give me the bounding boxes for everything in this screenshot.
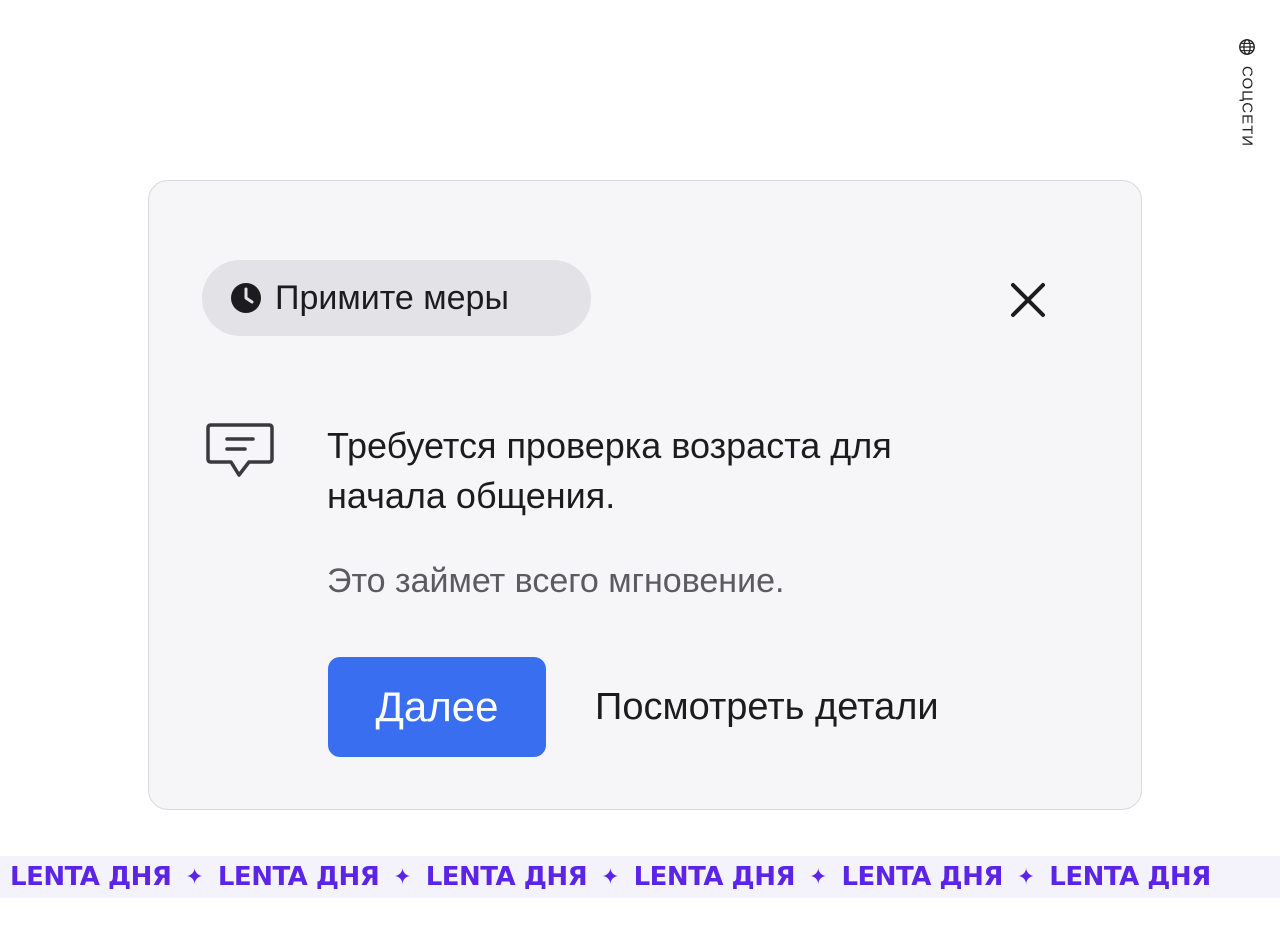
close-icon[interactable] — [1005, 277, 1051, 323]
ticker-separator: ✦ — [601, 864, 620, 890]
ticker-item: LENTA ДНЯ — [633, 862, 796, 892]
age-verification-dialog: Примите меры Требуется проверка возраста… — [148, 180, 1142, 810]
ticker-separator: ✦ — [809, 864, 828, 890]
headline-line-2: начала общения. — [327, 475, 616, 516]
ticker-separator: ✦ — [393, 864, 412, 890]
globe-icon — [1239, 39, 1255, 55]
dialog-headline: Требуется проверка возраста для начала о… — [327, 421, 1047, 521]
dialog-subtext: Это займет всего мгновение. — [327, 562, 785, 600]
headline-line-1: Требуется проверка возраста для — [327, 425, 892, 466]
clock-icon — [231, 283, 261, 313]
side-tag: СОЦСЕТИ — [1232, 38, 1262, 168]
ticker-item: LENTA ДНЯ — [10, 862, 172, 892]
chip-label: Примите меры — [275, 278, 509, 317]
ticker-item: LENTA ДНЯ — [217, 862, 380, 892]
view-details-link[interactable]: Посмотреть детали — [595, 681, 939, 733]
ticker-item: LENTA ДНЯ — [841, 862, 1003, 892]
ticker-separator: ✦ — [185, 864, 204, 890]
message-icon — [206, 423, 274, 477]
action-required-chip: Примите меры — [202, 260, 591, 336]
screenshot-frame: СОЦСЕТИ Примите меры Требуется проверка … — [0, 0, 1280, 927]
ticker-item: LENTA ДНЯ — [1049, 862, 1211, 892]
ticker-separator: ✦ — [1016, 864, 1036, 890]
side-tag-label: СОЦСЕТИ — [1238, 66, 1256, 148]
ticker-item: LENTA ДНЯ — [425, 862, 588, 892]
next-button[interactable]: Далее — [328, 657, 546, 757]
brand-ticker: LENTA ДНЯ ✦ LENTA ДНЯ ✦ LENTA ДНЯ ✦ LENT… — [0, 856, 1280, 898]
